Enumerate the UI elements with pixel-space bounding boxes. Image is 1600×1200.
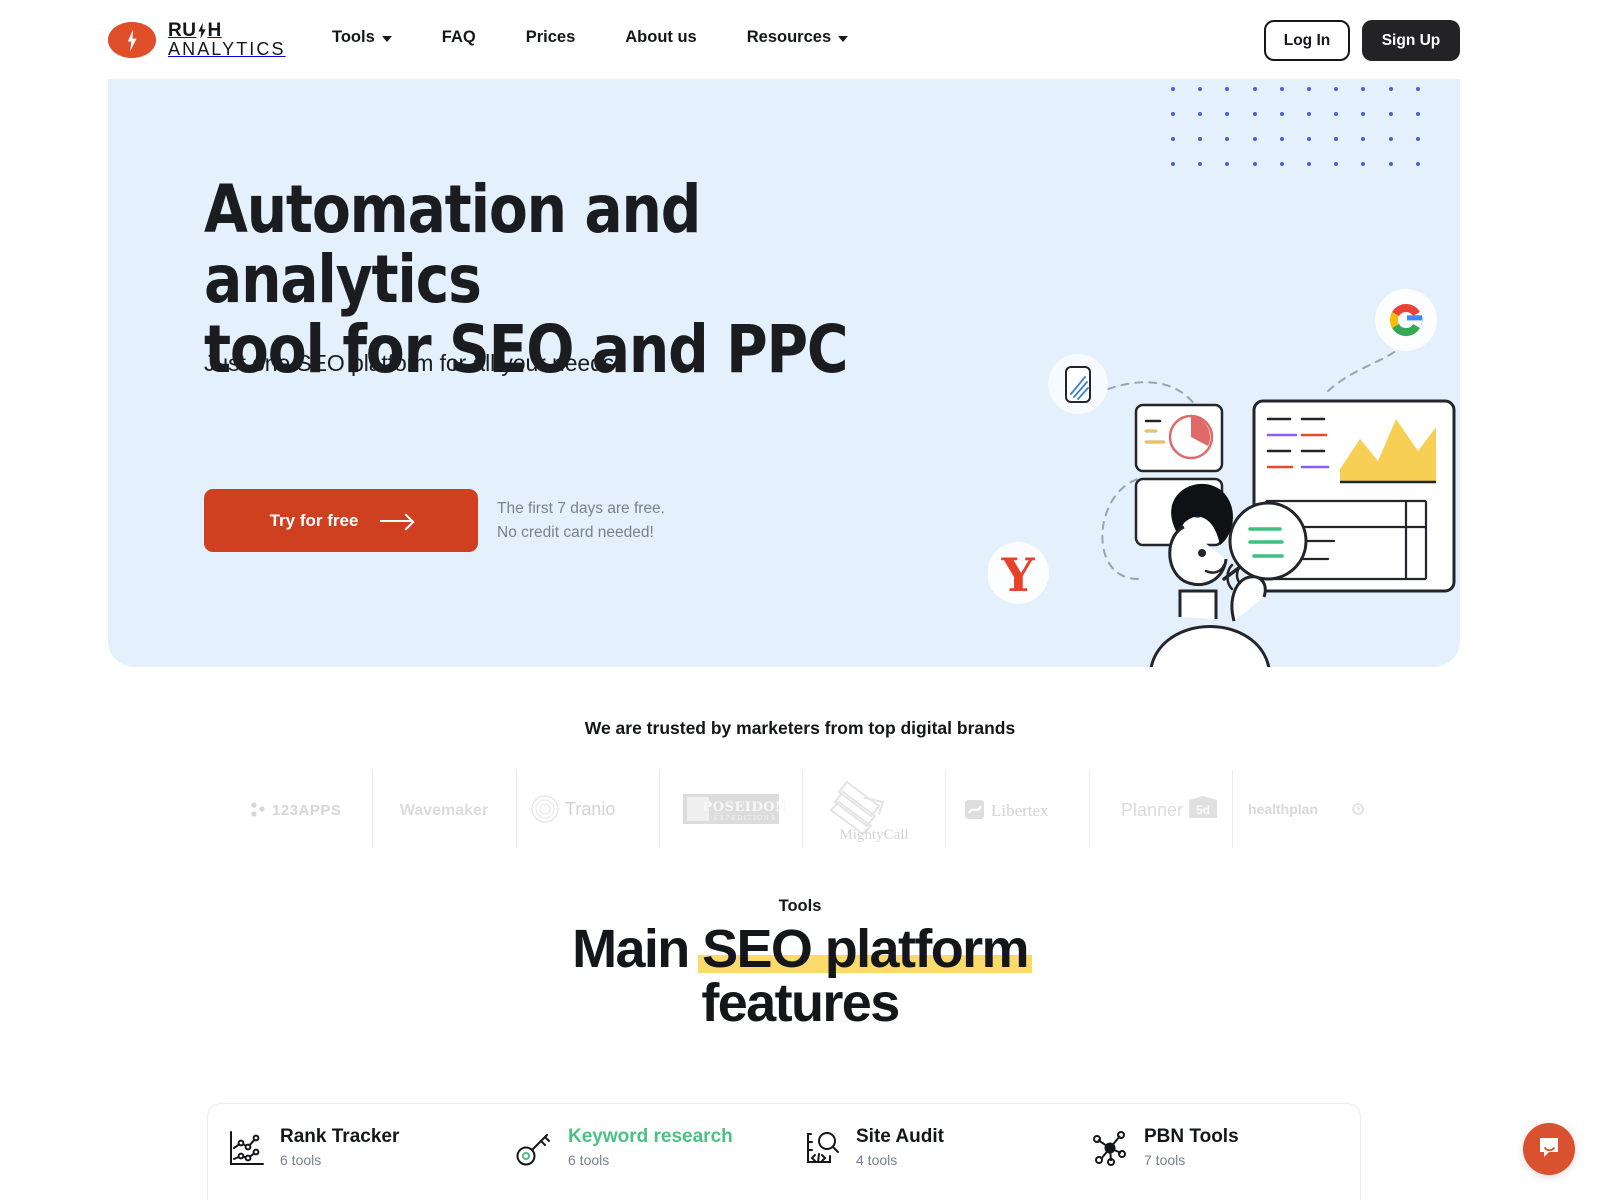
- sign-up-button[interactable]: Sign Up: [1362, 20, 1460, 61]
- tools-heading: Main SEO platform features: [0, 922, 1600, 1030]
- nav-label-resources: Resources: [746, 28, 832, 46]
- brand-logo-libertex: Libertex: [945, 770, 1088, 848]
- chat-widget-button[interactable]: [1523, 1123, 1575, 1175]
- tool-name: Keyword research: [568, 1126, 733, 1147]
- svg-text:Wavemaker: Wavemaker: [400, 802, 488, 819]
- network-nodes-icon: [1090, 1128, 1130, 1168]
- tools-eyebrow: Tools: [778, 897, 822, 915]
- tool-tab-keyword-research[interactable]: Keyword research 6 tools: [496, 1126, 784, 1168]
- site-logo[interactable]: RU H ANALYTICS: [108, 21, 286, 60]
- brand-logo-wavemaker: Wavemaker: [372, 770, 515, 848]
- try-for-free-button[interactable]: Try for free: [204, 489, 478, 552]
- tool-tab-text: Site Audit 4 tools: [856, 1126, 944, 1168]
- tool-tab-text: PBN Tools 7 tools: [1144, 1126, 1239, 1168]
- svg-text:5d: 5d: [1196, 803, 1210, 817]
- nav-label-about-us: About us: [625, 28, 697, 46]
- brand-logo-poseidon: POSEIDON EXPEDITIONS: [658, 770, 802, 848]
- svg-text:healthplan: healthplan: [1248, 801, 1318, 817]
- tool-name: Site Audit: [856, 1126, 944, 1147]
- tool-tab-pbn-tools[interactable]: PBN Tools 7 tools: [1072, 1126, 1360, 1168]
- cta-note-line2: No credit card needed!: [497, 523, 654, 541]
- tools-heading-pre: Main: [572, 919, 703, 979]
- svg-text:EXPEDITIONS: EXPEDITIONS: [714, 815, 777, 822]
- logo-wordmark: RU H ANALYTICS: [168, 21, 286, 60]
- lightning-bolt-icon: [108, 22, 156, 59]
- tool-tab-text: Rank Tracker 6 tools: [280, 1126, 399, 1168]
- svg-text:MightyCall: MightyCall: [840, 827, 909, 842]
- nav-label-tools: Tools: [332, 28, 375, 46]
- tool-count: 4 tools: [856, 1151, 898, 1168]
- tool-count: 7 tools: [1144, 1151, 1186, 1168]
- logo-line1-pre: RU: [168, 20, 197, 41]
- nav-item-about-us[interactable]: About us: [625, 28, 697, 47]
- brand-logo-123apps: 123APPS: [230, 770, 372, 848]
- nav-label-prices: Prices: [525, 28, 576, 46]
- nav-item-resources[interactable]: Resources: [746, 28, 849, 47]
- brand-logo-healthplan: healthplan: [1231, 770, 1375, 848]
- svg-text:POSEIDON: POSEIDON: [702, 800, 787, 815]
- trusted-brands-title: We are trusted by marketers from top dig…: [584, 718, 1016, 738]
- auth-buttons: Log In Sign Up: [1264, 20, 1460, 61]
- tool-tab-rank-tracker[interactable]: Rank Tracker 6 tools: [208, 1126, 496, 1168]
- hero-section: Automation and analytics tool for SEO an…: [108, 79, 1460, 667]
- arrow-right-icon: [380, 519, 413, 522]
- tool-tab-site-audit[interactable]: Site Audit 4 tools: [784, 1126, 1072, 1168]
- tool-count: 6 tools: [280, 1151, 322, 1168]
- key-icon: [514, 1128, 554, 1168]
- logo-line2: ANALYTICS: [168, 39, 286, 60]
- log-in-button[interactable]: Log In: [1264, 20, 1350, 61]
- svg-text:Tranio: Tranio: [565, 799, 615, 819]
- chevron-down-icon: [381, 35, 392, 42]
- hero-illustration: Y: [987, 279, 1460, 667]
- cta-note-line1: The first 7 days are free.: [497, 500, 665, 518]
- tool-name: Rank Tracker: [280, 1126, 400, 1147]
- hero-title-line1: Automation and analytics: [204, 171, 701, 318]
- brand-logos-row: 123APPS Wavemaker Tranio POSEIDON EXPEDI…: [230, 770, 1375, 848]
- nav-item-tools[interactable]: Tools: [332, 28, 392, 47]
- tool-tab-text: Keyword research 6 tools: [568, 1126, 733, 1168]
- cta-note: The first 7 days are free. No credit car…: [497, 497, 665, 544]
- code-magnifier-icon: [802, 1128, 842, 1168]
- site-header: RU H ANALYTICS Tools FAQ Prices About us …: [0, 0, 1600, 80]
- brand-logo-planner5d: Planner 5d: [1088, 770, 1232, 848]
- nav-item-faq[interactable]: FAQ: [442, 28, 476, 47]
- chat-bubble-icon: [1536, 1134, 1562, 1165]
- tool-count: 6 tools: [568, 1151, 610, 1168]
- svg-text:Y: Y: [1001, 548, 1036, 602]
- tools-tab-card: Rank Tracker 6 tools Keyword research 6 …: [207, 1103, 1361, 1200]
- logo-line1-post: H: [207, 20, 222, 41]
- tools-heading-highlight: SEO platform: [698, 919, 1032, 979]
- nav-label-faq: FAQ: [441, 28, 476, 46]
- chevron-down-icon: [838, 35, 849, 42]
- tools-heading-post: features: [701, 973, 900, 1033]
- try-for-free-label: Try for free: [269, 510, 359, 530]
- nav-item-prices[interactable]: Prices: [526, 28, 576, 47]
- main-navigation: Tools FAQ Prices About us Resources: [332, 28, 849, 47]
- tool-name: PBN Tools: [1144, 1126, 1239, 1147]
- hero-cta-row: Try for free The first 7 days are free. …: [204, 489, 665, 552]
- decorative-dot-grid: [1171, 87, 1426, 177]
- landing-page: RU H ANALYTICS Tools FAQ Prices About us …: [0, 0, 1600, 1200]
- svg-text:Libertex: Libertex: [991, 801, 1049, 820]
- hero-subtitle: Just one SEO platform for all your needs…: [204, 350, 621, 376]
- brand-logo-mightycall: MightyCall: [802, 770, 945, 848]
- line-chart-icon: [226, 1128, 266, 1168]
- logo-s-bolt-icon: [198, 22, 206, 39]
- svg-text:123APPS: 123APPS: [272, 802, 341, 819]
- svg-text:Planner: Planner: [1121, 800, 1183, 820]
- brand-logo-tranio: Tranio: [515, 770, 659, 848]
